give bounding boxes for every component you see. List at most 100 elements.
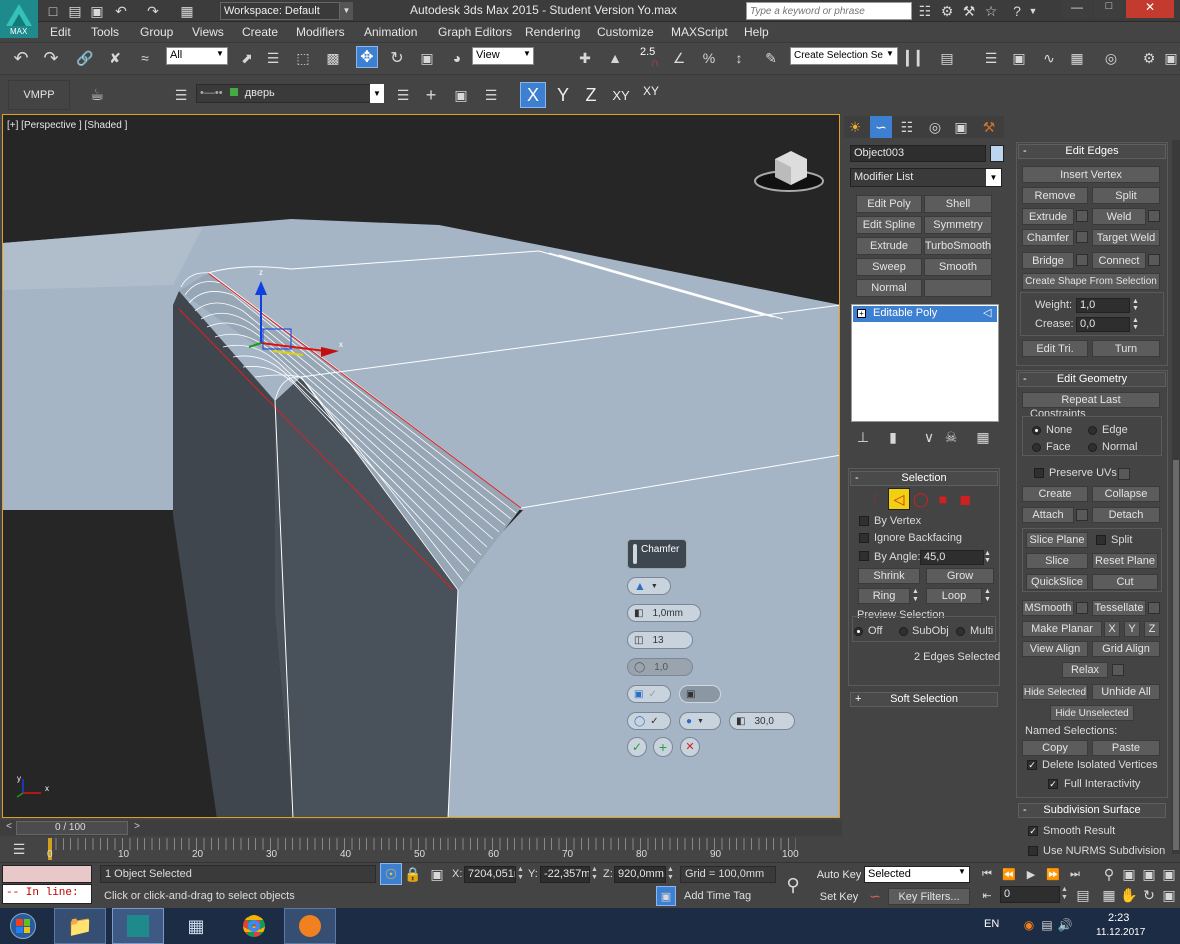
by-vertex-checkbox[interactable]	[859, 516, 869, 526]
play-icon[interactable]: ▶	[1020, 863, 1042, 885]
time-slider-prev-icon[interactable]: <	[2, 821, 16, 835]
modifier-edit-poly-button[interactable]: Edit Poly	[856, 195, 922, 213]
layer-explorer-icon[interactable]: ☰	[980, 47, 1002, 69]
border-mode-icon[interactable]: ◯	[910, 488, 932, 510]
absolute-mode-icon[interactable]: ▣	[426, 863, 448, 885]
new-file-icon[interactable]: □	[42, 0, 64, 22]
binoculars-icon[interactable]: ☷	[914, 0, 936, 22]
open-toggle-field[interactable]: ▣ ✓	[627, 685, 671, 703]
named-sel-arrow-icon[interactable]: ▼	[886, 49, 894, 58]
preview-off-radio[interactable]	[854, 627, 863, 636]
smooth-threshold-field[interactable]: ◧ 30,0	[729, 712, 795, 730]
planar-x-button[interactable]: X	[1104, 621, 1120, 637]
relax-button[interactable]: Relax	[1062, 662, 1108, 678]
chamfer-type-dropdown[interactable]: ▲ ▼	[627, 577, 671, 595]
hide-selected-button[interactable]: Hide Selected	[1022, 684, 1088, 700]
select-in-layer-icon[interactable]: ▣	[450, 84, 472, 106]
edit-edges-header[interactable]: - Edit Edges	[1018, 144, 1166, 159]
layer-dropdown[interactable]: •—•• дверь	[196, 84, 380, 103]
axis-constraint-z-button[interactable]: Z	[580, 84, 602, 106]
preserve-uvs-settings-icon[interactable]	[1118, 468, 1130, 480]
menu-views[interactable]: Views	[192, 25, 224, 39]
element-mode-icon[interactable]: ◼	[954, 488, 976, 510]
selection-lock-icon[interactable]: 🔒	[402, 863, 424, 885]
quickslice-button[interactable]: QuickSlice	[1026, 574, 1088, 590]
modifier-normal-button[interactable]: Normal	[856, 279, 922, 297]
rendered-frame-icon[interactable]: ▣	[1160, 47, 1180, 69]
save-icon[interactable]: ▣	[86, 0, 108, 22]
modifier-stack[interactable]: + Editable Poly ◁	[851, 304, 999, 422]
layer-dropdown-arrow-icon[interactable]: ▼	[370, 84, 384, 103]
maxscript-listener-bottom[interactable]: -- In line:	[2, 884, 92, 904]
axis-constraint-xy-button[interactable]: XY	[610, 84, 632, 106]
selection-set-dropdown[interactable]: Selected	[864, 866, 970, 883]
maxscript-listener-top[interactable]	[2, 865, 92, 883]
modifier-list-dropdown[interactable]: Modifier List	[850, 168, 1002, 187]
chamfer-settings-icon[interactable]	[1076, 231, 1088, 243]
full-interactivity-checkbox[interactable]: ✓	[1048, 779, 1058, 789]
schematic-view-icon[interactable]: ▦	[1066, 47, 1088, 69]
ring-spinner-icon[interactable]: ▲ ▼	[912, 588, 922, 604]
select-object-icon[interactable]: ⬈	[236, 47, 258, 69]
z-coord-field[interactable]: 920,0mm	[614, 866, 666, 883]
menu-graph-editors[interactable]: Graph Editors	[438, 25, 512, 39]
workspace-dropdown[interactable]: Workspace: Default	[220, 2, 340, 20]
cut-button[interactable]: Cut	[1092, 574, 1158, 590]
caddy-apply-button[interactable]: +	[653, 737, 673, 757]
link-icon[interactable]: 🔗	[74, 47, 96, 69]
create-shape-button[interactable]: Create Shape From Selection	[1022, 273, 1160, 290]
menu-tools[interactable]: Tools	[91, 25, 119, 39]
key-mode-toggle-icon[interactable]: ⇤	[976, 884, 998, 906]
relax-settings-icon[interactable]	[1112, 664, 1124, 676]
subdivision-header[interactable]: - Subdivision Surface	[1018, 803, 1166, 818]
unhide-all-button[interactable]: Unhide All	[1092, 684, 1160, 700]
by-angle-field[interactable]: 45,0	[920, 550, 984, 565]
window-crossing-icon[interactable]: ▩	[322, 47, 344, 69]
extrude-settings-icon[interactable]	[1076, 210, 1088, 222]
unlink-icon[interactable]: ✘	[104, 47, 126, 69]
viewport[interactable]: z x y x [+] [Perspective ] [Shaded ] Cha…	[2, 114, 840, 818]
show-end-result-icon[interactable]: ▮	[882, 426, 904, 448]
language-indicator[interactable]: EN	[984, 918, 999, 930]
by-angle-spinner-icon[interactable]: ▲ ▼	[984, 550, 994, 565]
select-place-icon[interactable]: ◕	[446, 47, 468, 69]
orbit-icon[interactable]: ▦	[1098, 884, 1120, 906]
stack-item-editable-poly[interactable]: + Editable Poly ◁	[853, 306, 997, 322]
maximize-viewport-icon[interactable]: ▣	[1158, 863, 1180, 885]
slice-plane-button[interactable]: Slice Plane	[1026, 532, 1088, 548]
track-bar[interactable]: ☰ 0 10 20 30 40 50 60 70 80 90 100	[0, 836, 842, 862]
msmooth-settings-icon[interactable]	[1076, 602, 1088, 614]
previous-frame-icon[interactable]: ⏪	[998, 863, 1020, 885]
delete-isolated-checkbox[interactable]: ✓	[1027, 760, 1037, 770]
go-to-end-icon[interactable]: ⏭	[1064, 863, 1086, 885]
use-nurms-checkbox[interactable]	[1028, 846, 1038, 856]
chamfer-button[interactable]: Chamfer	[1022, 229, 1074, 246]
time-configuration-icon[interactable]: ▤	[1072, 884, 1094, 906]
axis-constraint-x-button[interactable]: X	[520, 82, 546, 108]
set-key-mode-icon[interactable]: ⚲	[782, 874, 804, 896]
make-planar-button[interactable]: Make Planar	[1022, 621, 1102, 637]
ref-coord-arrow-icon[interactable]: ▼	[523, 49, 531, 58]
set-current-layer-icon[interactable]: ☰	[392, 84, 414, 106]
configure-modifier-sets-icon[interactable]: ▦	[972, 426, 994, 448]
object-name-field[interactable]: Object003	[850, 145, 986, 162]
communication-center-icon[interactable]: ⚒	[958, 0, 980, 22]
menu-group[interactable]: Group	[140, 25, 173, 39]
x-coord-field[interactable]: 7204,051m	[464, 866, 516, 883]
attach-button[interactable]: Attach	[1022, 507, 1074, 523]
pan-icon[interactable]: ✋	[1118, 884, 1140, 906]
layer-properties-icon[interactable]: ☰	[480, 84, 502, 106]
make-unique-icon[interactable]: ∨	[918, 426, 940, 448]
snap-toggle-icon[interactable]: ∩	[644, 52, 666, 74]
planar-y-button[interactable]: Y	[1124, 621, 1140, 637]
material-editor-icon[interactable]: ◎	[1100, 47, 1122, 69]
smooth-result-checkbox[interactable]: ✓	[1028, 826, 1038, 836]
modifier-extrude-button[interactable]: Extrude	[856, 237, 922, 255]
project-folder-icon[interactable]: ▦	[176, 0, 198, 22]
crease-spinner-icon[interactable]: ▲ ▼	[1132, 317, 1142, 332]
caddy-ok-button[interactable]: ✓	[627, 737, 647, 757]
motion-tab-icon[interactable]: ◎	[924, 116, 946, 138]
isolate-selection-icon[interactable]: ☉	[380, 863, 402, 885]
preview-subobj-radio[interactable]	[899, 627, 908, 636]
right-panel-scrollbar[interactable]	[1172, 140, 1180, 854]
